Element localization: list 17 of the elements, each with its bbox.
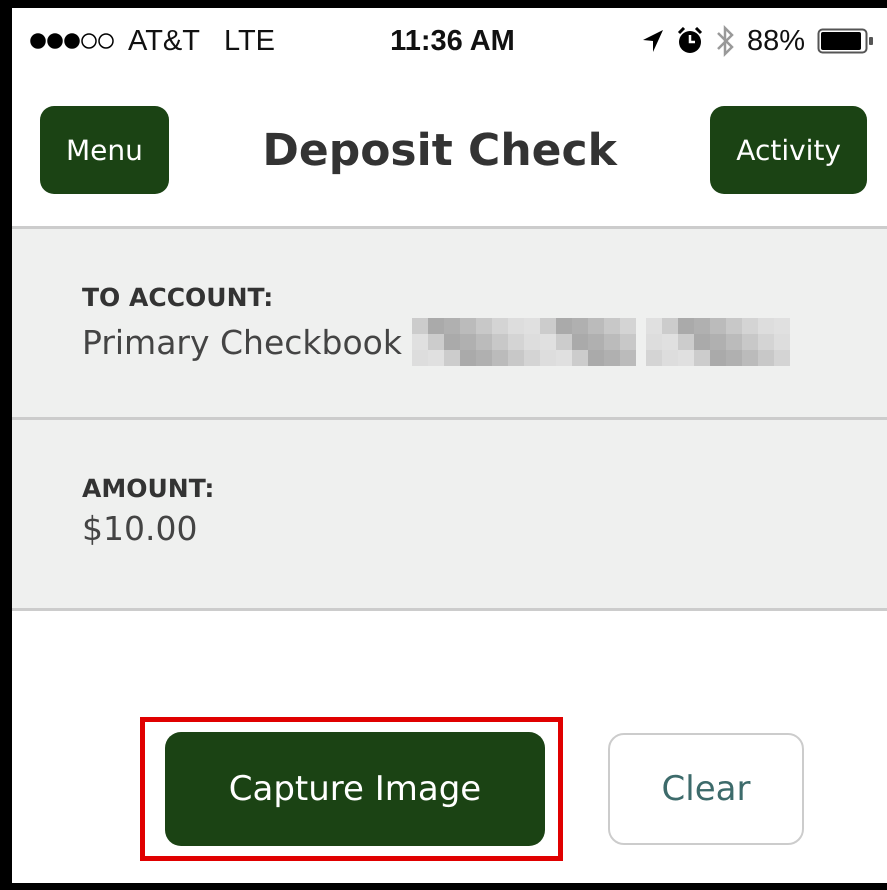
network-type: LTE bbox=[224, 24, 276, 58]
field-label: AMOUNT: bbox=[82, 474, 216, 503]
location-icon bbox=[640, 28, 665, 54]
battery-percent: 88% bbox=[746, 24, 805, 58]
menu-button[interactable]: Menu bbox=[40, 106, 169, 194]
carrier-name: AT&T bbox=[128, 24, 200, 58]
clock-time: 11:36 AM bbox=[390, 24, 515, 58]
bluetooth-icon bbox=[714, 24, 735, 58]
field-value: Primary Checkbook bbox=[82, 322, 402, 362]
activity-button[interactable]: Activity bbox=[710, 106, 867, 194]
field-label: TO ACCOUNT: bbox=[82, 283, 274, 312]
battery-icon bbox=[817, 28, 875, 54]
capture-button[interactable]: Capture Image bbox=[165, 732, 545, 846]
alarm-icon bbox=[676, 27, 703, 55]
field-value: $10.00 bbox=[82, 509, 198, 548]
page-title: Deposit Check bbox=[262, 124, 617, 176]
clear-button[interactable]: Clear bbox=[608, 733, 804, 845]
